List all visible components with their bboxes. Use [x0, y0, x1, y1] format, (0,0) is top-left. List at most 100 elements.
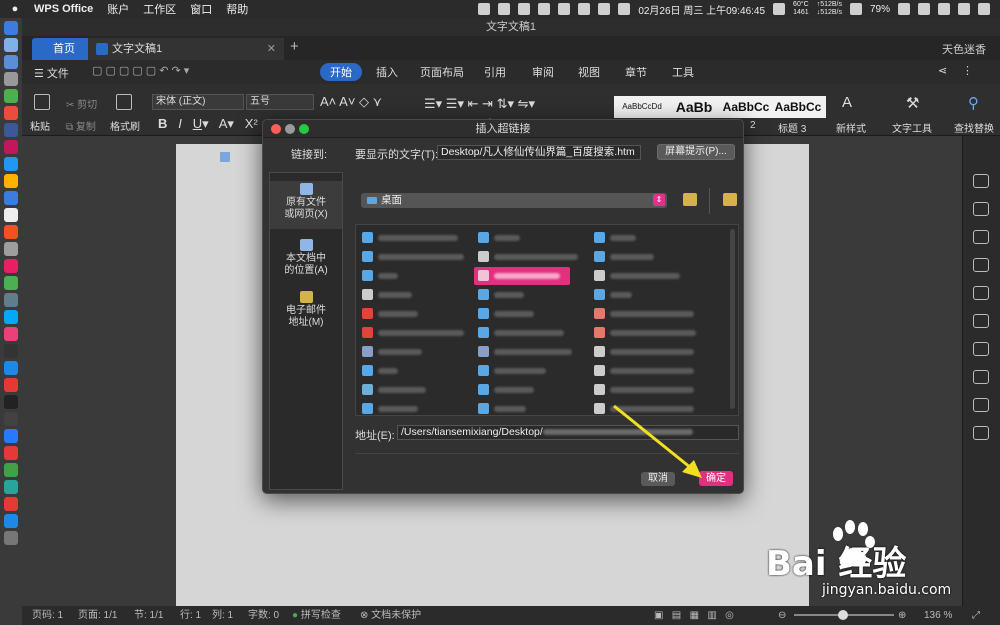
list-item[interactable]: [362, 345, 472, 359]
dock-app-icon[interactable]: [4, 361, 18, 375]
status-icon[interactable]: [598, 3, 611, 15]
fullscreen-icon[interactable]: ⤢: [972, 606, 980, 625]
tab-review[interactable]: 审阅: [532, 64, 554, 80]
font-size-tools-icon[interactable]: A˄ A˅ ◇ ⋎: [320, 94, 382, 110]
status-icon[interactable]: [498, 3, 511, 15]
view-mode-icons[interactable]: ▣ ▤ ▦ ▥ ◎: [654, 606, 734, 625]
list-item[interactable]: [478, 345, 588, 359]
list-item[interactable]: [362, 326, 472, 340]
list-item[interactable]: [362, 269, 472, 283]
list-item[interactable]: [478, 402, 588, 415]
list-item[interactable]: [362, 250, 472, 264]
wrench-icon[interactable]: ⚒: [906, 94, 919, 112]
dock-app-icon[interactable]: [4, 174, 18, 188]
star-icon[interactable]: [958, 3, 970, 15]
list-item[interactable]: [362, 383, 472, 397]
list-item[interactable]: [478, 326, 588, 340]
net-speed[interactable]: ↑512B/s ↓512B/s: [817, 1, 842, 17]
tab-start[interactable]: 开始: [320, 63, 362, 81]
clock-icon[interactable]: [618, 3, 631, 15]
dock-app-icon[interactable]: [4, 446, 18, 460]
tab-page-layout[interactable]: 页面布局: [420, 64, 464, 80]
battery-percent[interactable]: 79%: [870, 4, 890, 15]
list-item[interactable]: [594, 326, 714, 340]
dock-app-icon[interactable]: [4, 72, 18, 86]
list-item[interactable]: [478, 250, 588, 264]
image-icon[interactable]: [973, 426, 989, 440]
tab-chapter[interactable]: 章节: [625, 64, 647, 80]
layers-icon[interactable]: [973, 258, 989, 272]
tab-insert[interactable]: 插入: [376, 64, 398, 80]
status-row[interactable]: 行: 1: [180, 606, 201, 625]
style-heading-1[interactable]: AaBb: [666, 96, 722, 118]
list-item[interactable]: [478, 307, 588, 321]
dock-app-icon[interactable]: [4, 106, 18, 120]
dock-app-icon[interactable]: [4, 327, 18, 341]
dock-app-icon[interactable]: [4, 429, 18, 443]
paragraph-tools-icon[interactable]: ☰▾ ☰▾ ⇤ ⇥ ⇅▾ ⇋▾: [424, 96, 535, 112]
status-icon[interactable]: [538, 3, 551, 15]
close-icon[interactable]: ✕: [267, 38, 276, 60]
datetime-text[interactable]: 02月26日 周三 上午09:46:45: [638, 2, 765, 17]
app-name[interactable]: WPS Office: [34, 3, 93, 15]
copy-button[interactable]: ⧉ 复制: [66, 118, 96, 133]
dock-app-icon[interactable]: [4, 276, 18, 290]
status-col[interactable]: 列: 1: [212, 606, 233, 625]
dock-app-icon[interactable]: [4, 480, 18, 494]
list-item[interactable]: [478, 364, 588, 378]
status-page[interactable]: 页面: 1/1: [78, 606, 117, 625]
tab-references[interactable]: 引用: [484, 64, 506, 80]
cut-button[interactable]: ✂ 剪切: [66, 96, 97, 111]
add-tab-icon[interactable]: +: [290, 38, 299, 55]
list-item[interactable]: [594, 250, 714, 264]
list-item[interactable]: [594, 383, 714, 397]
paste-icon[interactable]: [34, 94, 50, 110]
list-item[interactable]: [362, 402, 472, 415]
trash-icon[interactable]: [4, 531, 18, 545]
doc-protect[interactable]: ⊗ 文档未保护: [360, 606, 421, 625]
style-heading-2[interactable]: AaBbCc: [718, 96, 774, 118]
battery-icon[interactable]: [898, 3, 910, 15]
dock-app-icon[interactable]: [4, 21, 18, 35]
screen-tip-button[interactable]: 屏幕提示(P)...: [657, 144, 735, 160]
dock-app-icon[interactable]: [4, 412, 18, 426]
menu-help[interactable]: 帮助: [226, 1, 248, 17]
spell-check[interactable]: ● 拼写检查: [292, 606, 341, 625]
tab-tools[interactable]: 工具: [672, 64, 694, 80]
history-icon[interactable]: [973, 370, 989, 384]
menu-window[interactable]: 窗口: [190, 1, 212, 17]
dock-app-icon[interactable]: [4, 191, 18, 205]
search-icon[interactable]: [938, 3, 950, 15]
list-item[interactable]: [478, 383, 588, 397]
list-item[interactable]: [478, 288, 588, 302]
dock-app-icon[interactable]: [4, 38, 18, 52]
toggle-icon[interactable]: [973, 230, 989, 244]
status-words[interactable]: 字数: 0: [248, 606, 279, 625]
more-icon[interactable]: ⋮: [962, 64, 973, 77]
list-item[interactable]: [362, 231, 472, 245]
list-item[interactable]: [594, 364, 714, 378]
share-icon[interactable]: ⋖: [938, 64, 947, 77]
list-item[interactable]: [362, 288, 472, 302]
dock-app-icon[interactable]: [4, 378, 18, 392]
zoom-slider-thumb[interactable]: [838, 610, 848, 620]
list-item[interactable]: [594, 288, 714, 302]
dock-app-icon[interactable]: [4, 55, 18, 69]
search-icon[interactable]: ⚲: [968, 94, 979, 112]
dock-app-icon[interactable]: [4, 497, 18, 511]
status-icon[interactable]: [578, 3, 591, 15]
list-item[interactable]: [362, 364, 472, 378]
dock-app-icon[interactable]: [4, 208, 18, 222]
quick-access-icons[interactable]: ▢ ▢ ▢ ▢ ▢ ↶ ↷ ▾: [92, 64, 189, 77]
sensor-readout[interactable]: 60°C 1461: [793, 1, 809, 17]
dock-app-icon[interactable]: [4, 157, 18, 171]
dock-app-icon[interactable]: [4, 123, 18, 137]
user-name[interactable]: 天色迷香: [942, 41, 986, 57]
dock-app-icon[interactable]: [4, 310, 18, 324]
paste-button[interactable]: 粘贴: [30, 118, 50, 133]
status-icon[interactable]: [478, 3, 491, 15]
dock-app-icon[interactable]: [4, 395, 18, 409]
dock-app-icon[interactable]: [4, 293, 18, 307]
list-item[interactable]: [362, 307, 472, 321]
tab-view[interactable]: 视图: [578, 64, 600, 80]
